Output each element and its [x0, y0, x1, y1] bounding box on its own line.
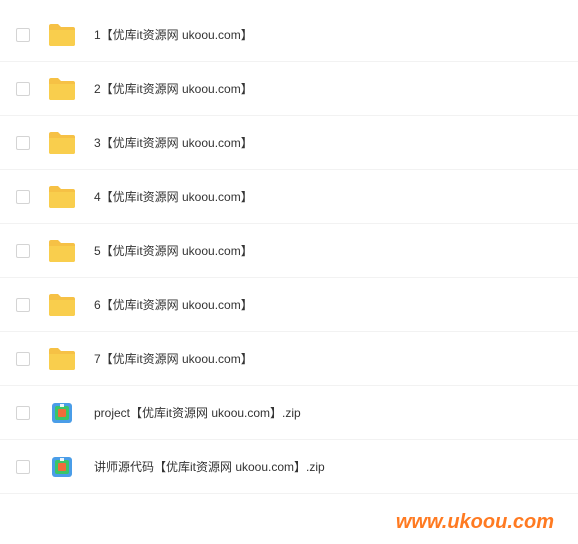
folder-icon [48, 183, 76, 211]
folder-icon [48, 291, 76, 319]
checkbox[interactable] [16, 244, 30, 258]
checkbox[interactable] [16, 190, 30, 204]
folder-icon [48, 237, 76, 265]
file-name: 1【优库it资源网 ukoou.com】 [94, 26, 253, 43]
checkbox[interactable] [16, 28, 30, 42]
checkbox[interactable] [16, 406, 30, 420]
folder-icon [48, 345, 76, 373]
folder-icon [48, 75, 76, 103]
list-item[interactable]: 3【优库it资源网 ukoou.com】 [0, 116, 578, 170]
list-item[interactable]: 讲师源代码【优库it资源网 ukoou.com】.zip [0, 440, 578, 494]
file-list: 1【优库it资源网 ukoou.com】 2【优库it资源网 ukoou.com… [0, 0, 578, 494]
list-item[interactable]: project【优库it资源网 ukoou.com】.zip [0, 386, 578, 440]
checkbox[interactable] [16, 298, 30, 312]
folder-icon [48, 21, 76, 49]
zip-icon [48, 453, 76, 481]
checkbox[interactable] [16, 352, 30, 366]
file-name: 2【优库it资源网 ukoou.com】 [94, 80, 253, 97]
list-item[interactable]: 6【优库it资源网 ukoou.com】 [0, 278, 578, 332]
file-name: 5【优库it资源网 ukoou.com】 [94, 242, 253, 259]
file-name: project【优库it资源网 ukoou.com】.zip [94, 404, 301, 421]
checkbox[interactable] [16, 82, 30, 96]
checkbox[interactable] [16, 460, 30, 474]
list-item[interactable]: 4【优库it资源网 ukoou.com】 [0, 170, 578, 224]
folder-icon [48, 129, 76, 157]
list-item[interactable]: 2【优库it资源网 ukoou.com】 [0, 62, 578, 116]
watermark: www.ukoou.com [396, 511, 554, 534]
list-item[interactable]: 5【优库it资源网 ukoou.com】 [0, 224, 578, 278]
file-name: 3【优库it资源网 ukoou.com】 [94, 134, 253, 151]
zip-icon [48, 399, 76, 427]
checkbox[interactable] [16, 136, 30, 150]
file-name: 6【优库it资源网 ukoou.com】 [94, 296, 253, 313]
file-name: 讲师源代码【优库it资源网 ukoou.com】.zip [94, 458, 325, 475]
file-name: 4【优库it资源网 ukoou.com】 [94, 188, 253, 205]
list-item[interactable]: 7【优库it资源网 ukoou.com】 [0, 332, 578, 386]
list-item[interactable]: 1【优库it资源网 ukoou.com】 [0, 8, 578, 62]
file-name: 7【优库it资源网 ukoou.com】 [94, 350, 253, 367]
